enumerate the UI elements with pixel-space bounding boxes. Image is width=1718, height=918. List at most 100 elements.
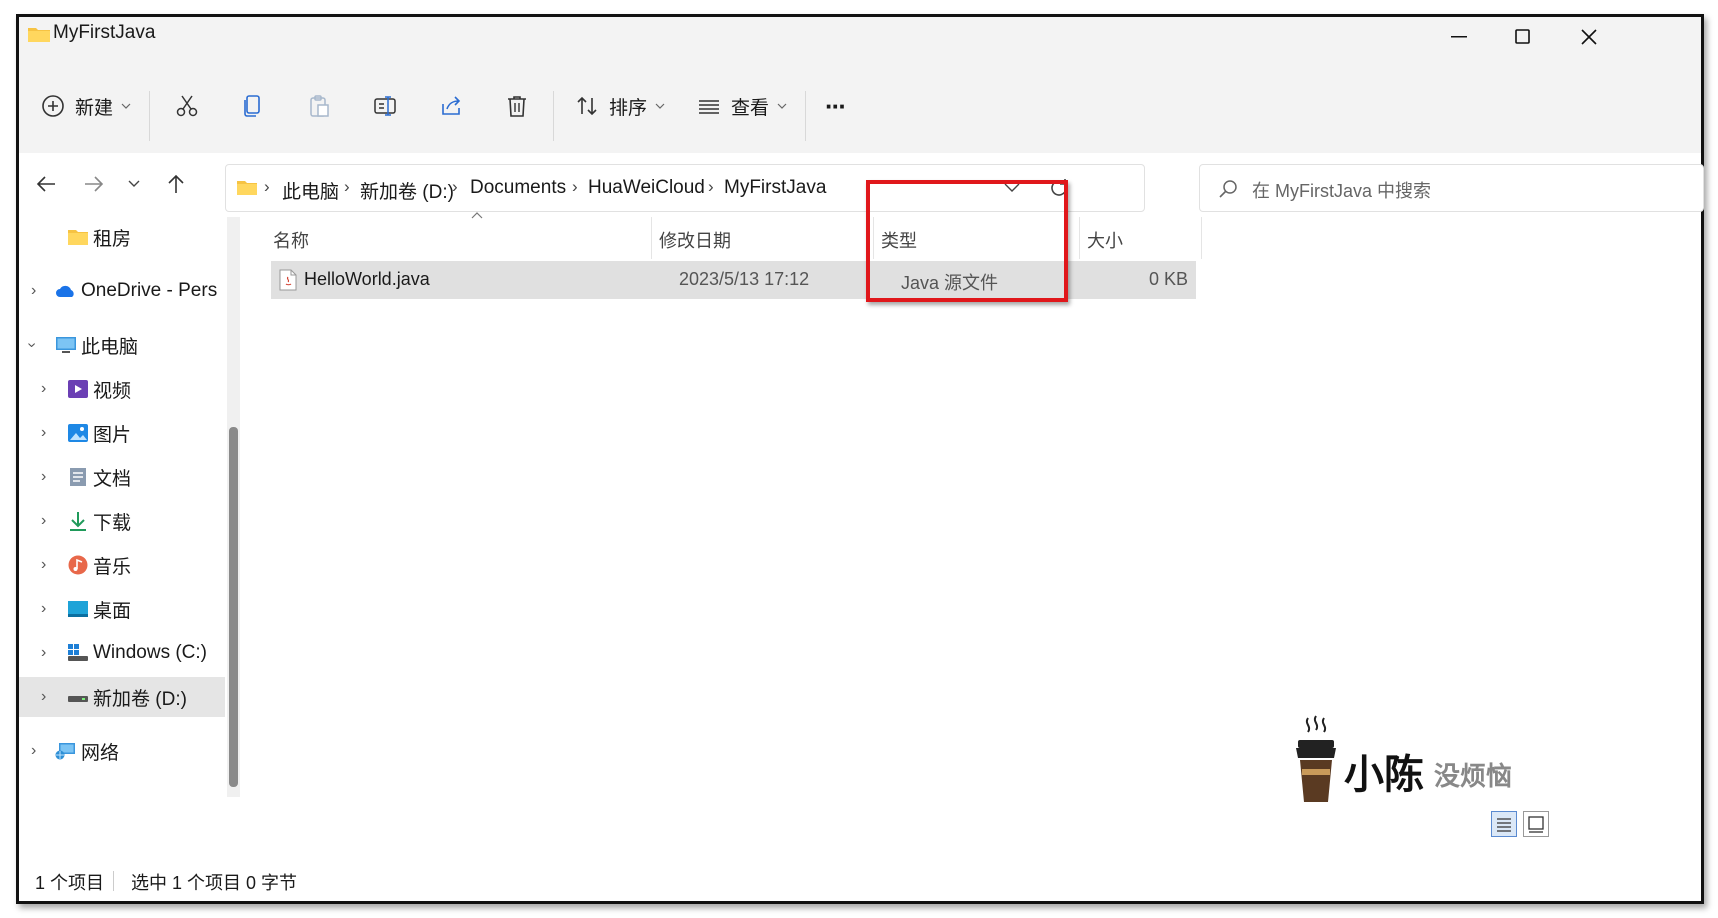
sidebar-item-videos[interactable]: › 视频 [19, 369, 225, 409]
sidebar-scroll-thumb[interactable] [229, 427, 238, 787]
sidebar-item-label: Windows (C:) [93, 642, 208, 663]
share-icon [442, 96, 461, 115]
tiles-view-button[interactable] [1523, 811, 1549, 837]
chevron-right-icon[interactable]: › [41, 556, 46, 574]
sidebar-item-zufang[interactable]: 租房 [19, 217, 225, 257]
close-icon [1581, 29, 1597, 45]
sidebar-item-drive-c[interactable]: › Windows (C:) [19, 633, 225, 673]
breadcrumb-huaweicloud[interactable]: HuaWeiCloud [588, 177, 705, 199]
copy-icon [244, 95, 260, 117]
chevron-right-icon[interactable]: › [41, 468, 46, 486]
search-icon [1219, 180, 1237, 198]
share-button[interactable] [439, 79, 463, 133]
tiles-view-icon [1528, 816, 1544, 833]
chevron-right-icon[interactable]: › [31, 282, 36, 300]
new-button[interactable]: 新建 [41, 79, 131, 133]
chevron-down-icon [777, 103, 787, 109]
cut-button[interactable] [175, 79, 199, 133]
sort-ascending-icon [471, 212, 483, 219]
sidebar-item-this-pc[interactable]: › 此电脑 [19, 325, 225, 365]
chevron-down-icon [121, 103, 131, 109]
breadcrumb-chevron: › [708, 177, 714, 196]
sidebar-item-label: OneDrive - Pers [81, 280, 218, 301]
chevron-right-icon[interactable]: › [31, 742, 36, 760]
chevron-right-icon[interactable]: › [41, 424, 46, 442]
computer-icon [56, 337, 76, 353]
picture-icon [68, 424, 88, 442]
sidebar-item-music[interactable]: › 音乐 [19, 545, 225, 585]
delete-button[interactable] [505, 79, 529, 133]
sidebar-item-desktop[interactable]: › 桌面 [19, 589, 225, 629]
sidebar-item-pictures[interactable]: › 图片 [19, 413, 225, 453]
paste-icon [310, 95, 329, 117]
chevron-down-icon[interactable]: › [23, 342, 41, 347]
chevron-right-icon[interactable]: › [41, 688, 46, 706]
sidebar-item-label: 文档 [93, 468, 132, 490]
chevron-down-icon [655, 103, 665, 109]
watermark: 小陈 没烦恼 [1286, 712, 1526, 808]
maximize-button[interactable] [1489, 17, 1557, 57]
details-view-button[interactable] [1491, 811, 1517, 837]
folder-icon [237, 181, 257, 195]
sidebar-item-label: 新加卷 (D:) [93, 688, 187, 710]
command-bar: 新建 排序 查看 ··· [19, 61, 1701, 154]
sidebar-item-downloads[interactable]: › 下载 [19, 501, 225, 541]
breadcrumb-documents[interactable]: Documents [470, 177, 566, 199]
back-button[interactable] [29, 167, 63, 201]
watermark-small-text: 没烦恼 [1434, 762, 1513, 792]
recent-locations-button[interactable] [117, 167, 151, 201]
maximize-icon [1515, 29, 1530, 44]
file-modified: 2023/5/13 17:12 [679, 269, 810, 289]
search-placeholder: 在 MyFirstJava 中搜索 [1252, 181, 1432, 201]
details-view-icon [1497, 818, 1511, 832]
drive-icon [68, 696, 88, 702]
paste-button[interactable] [307, 79, 331, 133]
forward-button[interactable] [77, 167, 111, 201]
chevron-right-icon[interactable]: › [41, 644, 46, 662]
search-box[interactable]: 在 MyFirstJava 中搜索 [1199, 164, 1704, 212]
more-button[interactable]: ··· [825, 79, 847, 133]
music-icon [68, 555, 88, 575]
sidebar-item-drive-d[interactable]: › 新加卷 (D:) [19, 677, 225, 717]
toolbar-divider [553, 91, 554, 141]
close-button[interactable] [1555, 17, 1623, 57]
sidebar-item-network[interactable]: › 网络 [19, 731, 225, 771]
breadcrumb-chevron: › [264, 177, 270, 196]
desktop-icon [68, 601, 88, 617]
download-icon [70, 512, 86, 531]
rename-icon [374, 96, 396, 116]
arrow-up-icon [168, 174, 184, 193]
sidebar-item-label: 视频 [93, 380, 132, 402]
rename-button[interactable] [373, 79, 399, 133]
video-icon [68, 380, 88, 398]
sidebar-item-label: 此电脑 [81, 336, 139, 358]
folder-icon [68, 230, 88, 245]
windows-drive-icon [68, 644, 88, 661]
chevron-right-icon[interactable]: › [41, 512, 46, 530]
java-file-icon [279, 269, 297, 291]
column-divider[interactable] [1201, 217, 1202, 259]
sidebar-item-onedrive[interactable]: › OneDrive - Pers [19, 271, 225, 311]
navigation-pane: 租房 › OneDrive - Pers › 此电脑 › 视频 › 图片 › 文… [19, 217, 239, 857]
column-divider[interactable] [651, 217, 652, 259]
breadcrumb-drive-d[interactable]: 新加卷 (D:) [360, 177, 454, 204]
status-bar: 1 个项目 选中 1 个项目 0 字节 [19, 857, 1701, 907]
file-name: HelloWorld.java [304, 269, 430, 289]
minimize-button[interactable] [1425, 17, 1493, 57]
file-size: 0 KB [1148, 269, 1188, 289]
chevron-down-icon [128, 180, 140, 187]
trash-icon [508, 96, 526, 117]
sidebar-item-label: 网络 [81, 742, 120, 764]
breadcrumb-myfirstjava[interactable]: MyFirstJava [724, 177, 826, 199]
view-button[interactable]: 查看 [697, 79, 787, 133]
chevron-right-icon[interactable]: › [41, 380, 46, 398]
up-button[interactable] [159, 167, 193, 201]
sidebar-item-label: 图片 [93, 424, 132, 446]
sort-button[interactable]: 排序 [575, 79, 665, 133]
sidebar-item-documents[interactable]: › 文档 [19, 457, 225, 497]
sort-label: 排序 [609, 97, 648, 119]
copy-button[interactable] [241, 79, 265, 133]
chevron-right-icon[interactable]: › [41, 600, 46, 618]
breadcrumb-this-pc[interactable]: 此电脑 [282, 177, 339, 204]
column-divider[interactable] [1079, 217, 1080, 259]
